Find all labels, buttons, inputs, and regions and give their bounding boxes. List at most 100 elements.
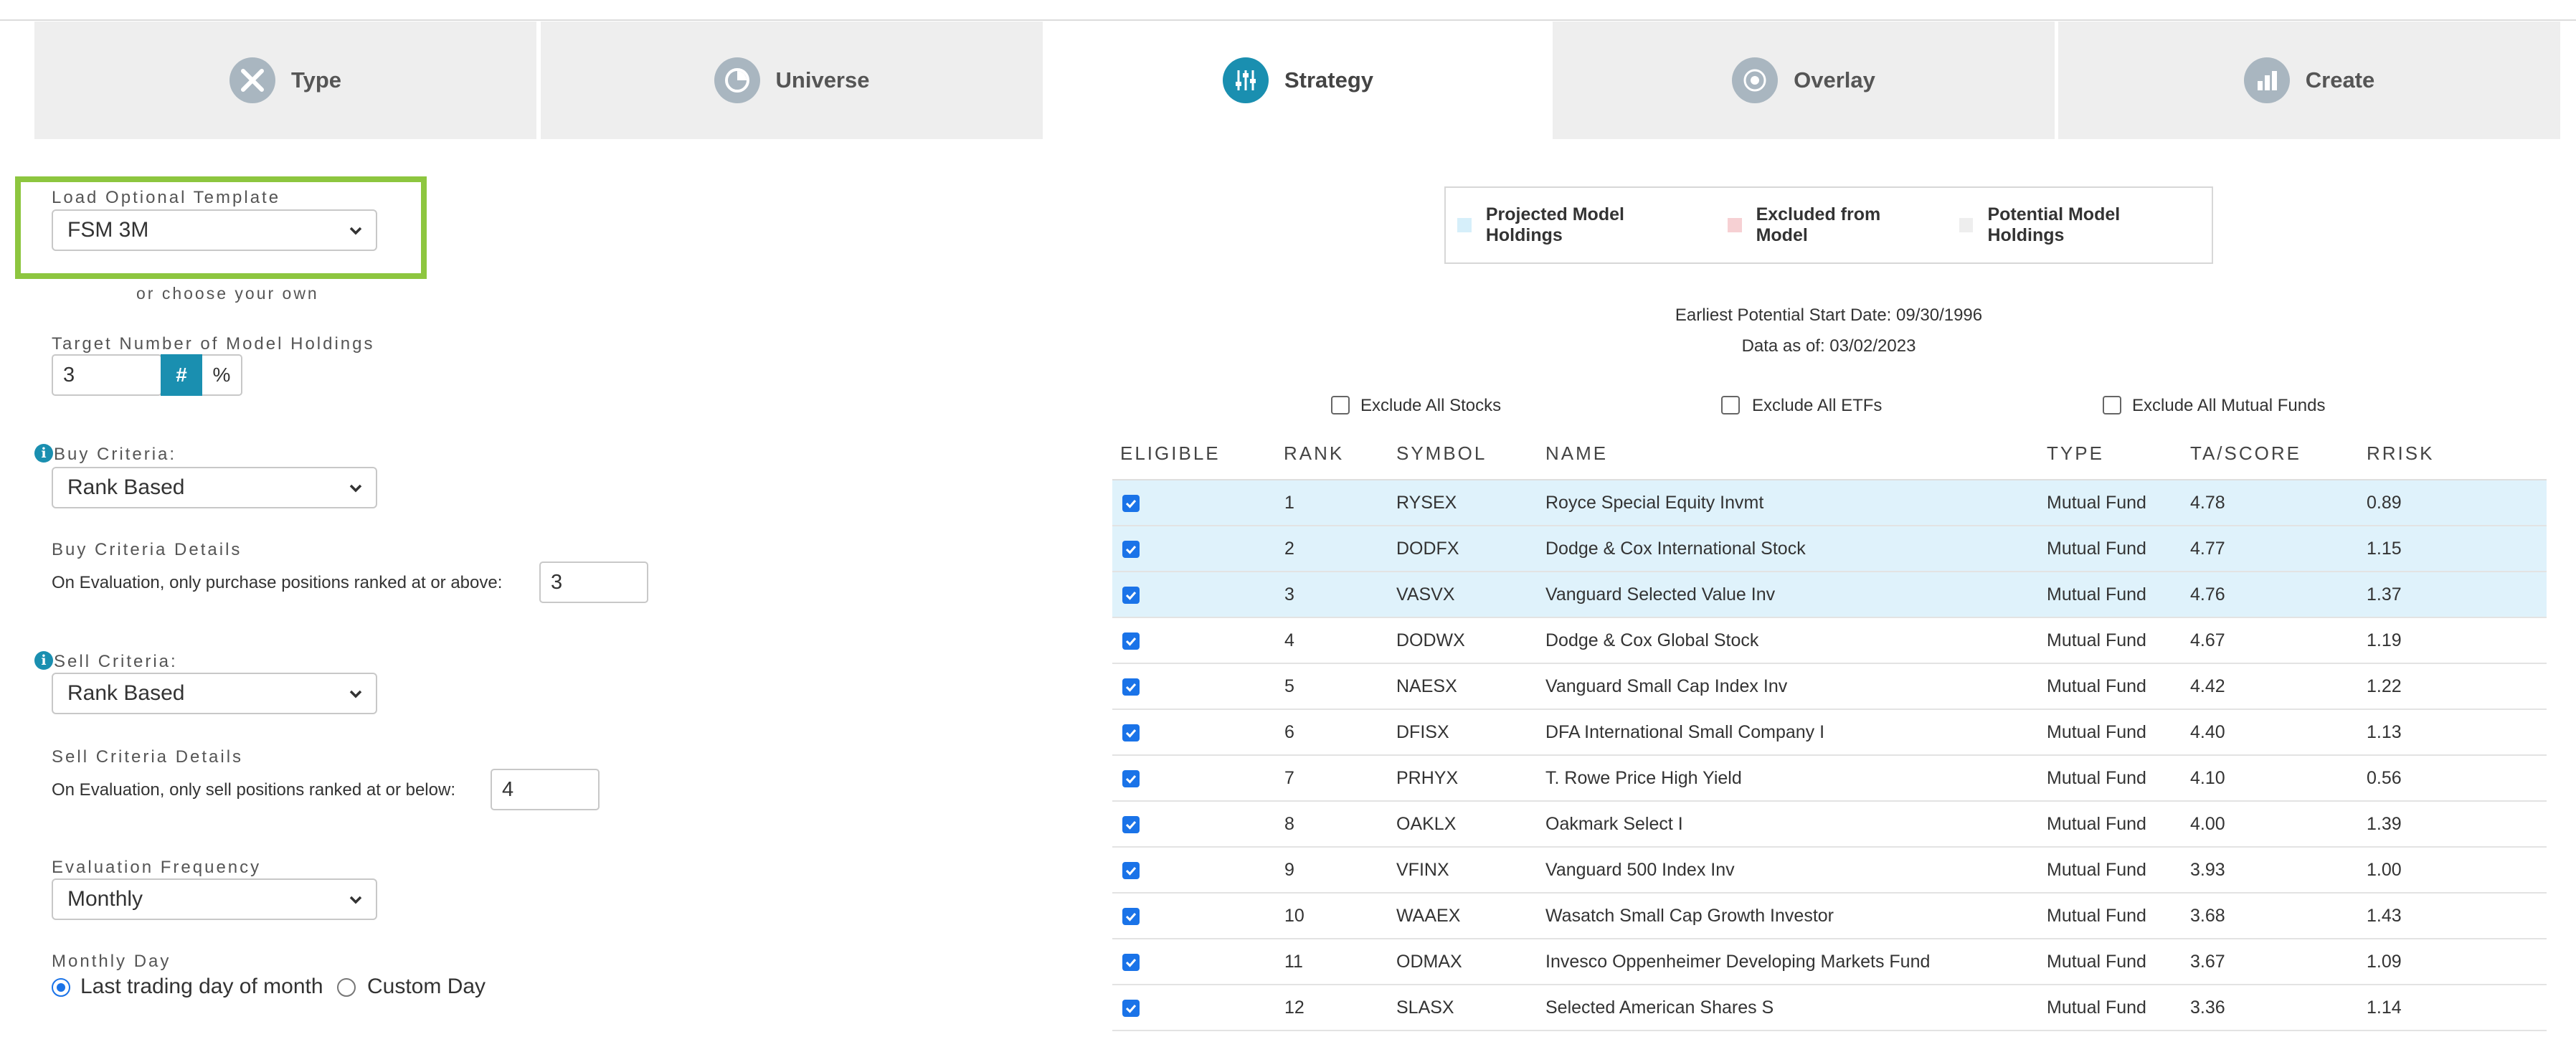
eligible-checkbox[interactable]	[1122, 678, 1140, 696]
potential-swatch	[1959, 218, 1974, 232]
cell-type: Mutual Fund	[2047, 676, 2146, 696]
cell-score: 4.67	[2190, 630, 2225, 650]
cell-rrisk: 0.56	[2367, 767, 2402, 788]
unit-count-button[interactable]: #	[161, 354, 202, 396]
legend-potential-label: Potential Model Holdings	[1987, 204, 2121, 245]
sell-criteria-label: Sell Criteria:	[54, 652, 178, 671]
eligible-checkbox[interactable]	[1122, 816, 1140, 833]
tab-overlay[interactable]: Overlay	[1553, 22, 2055, 139]
eligible-checkbox[interactable]	[1122, 632, 1140, 650]
cell-type: Mutual Fund	[2047, 538, 2146, 559]
top-divider	[0, 19, 2576, 21]
cell-score: 3.93	[2190, 859, 2225, 880]
eligible-checkbox[interactable]	[1122, 1000, 1140, 1017]
cell-name: DFA International Small Company I	[1545, 721, 1825, 742]
exclude-stocks-checkbox[interactable]	[1331, 396, 1350, 414]
tab-strategy[interactable]: Strategy	[1047, 22, 1549, 139]
table-row[interactable]: 7 PRHYX T. Rowe Price High Yield Mutual Fun…	[1112, 756, 2547, 802]
template-label: Load Optional Template	[52, 188, 281, 207]
cell-name: Dodge & Cox Global Stock	[1545, 630, 1759, 650]
eligible-checkbox[interactable]	[1122, 862, 1140, 879]
exclude-funds-checkbox[interactable]	[2103, 396, 2121, 414]
tab-universe-label: Universe	[775, 67, 870, 93]
header-eligible[interactable]: ELIGIBLE	[1120, 442, 1221, 465]
projected-swatch	[1457, 218, 1472, 232]
table-row[interactable]: 4 DODWX Dodge & Cox Global Stock Mutual Fun…	[1112, 618, 2547, 664]
legend-potential: Potential Model Holdings	[1959, 204, 2200, 246]
cell-score: 4.78	[2190, 492, 2225, 513]
eligible-checkbox[interactable]	[1122, 908, 1140, 925]
cell-type: Mutual Fund	[2047, 997, 2146, 1018]
cell-rrisk: 1.14	[2367, 997, 2402, 1018]
last-trading-day-radio[interactable]	[52, 978, 70, 997]
table-row[interactable]: 9 VFINX Vanguard 500 Index Inv Mutual Fund 3…	[1112, 848, 2547, 894]
tab-create-label: Create	[2305, 67, 2375, 93]
buy-details-label: Buy Criteria Details	[52, 540, 242, 559]
checkmark-icon	[1125, 1005, 1137, 1013]
table-row[interactable]: 8 OAKLX Oakmark Select I Mutual Fund 4.00 1.3…	[1112, 802, 2547, 848]
eligible-checkbox[interactable]	[1122, 587, 1140, 604]
cell-symbol: WAAEX	[1396, 905, 1461, 926]
checkmark-icon	[1125, 683, 1137, 692]
bar-chart-icon	[2243, 57, 2290, 103]
sell-info-icon[interactable]: i	[34, 651, 53, 670]
eligible-checkbox[interactable]	[1122, 541, 1140, 558]
template-select[interactable]: FSM 3M	[52, 209, 377, 251]
cell-symbol: VASVX	[1396, 584, 1455, 605]
custom-day-label: Custom Day	[367, 975, 486, 998]
chevron-down-icon	[349, 690, 362, 698]
exclude-etfs-checkbox[interactable]	[1721, 396, 1740, 414]
target-holdings-input[interactable]: 3	[52, 354, 162, 396]
sell-criteria-select[interactable]: Rank Based	[52, 673, 377, 714]
buy-criteria-select[interactable]: Rank Based	[52, 467, 377, 508]
cell-type: Mutual Fund	[2047, 630, 2146, 650]
buy-details-text: On Evaluation, only purchase positions r…	[52, 573, 503, 592]
exclude-stocks-label: Exclude All Stocks	[1360, 396, 1502, 415]
cell-type: Mutual Fund	[2047, 721, 2146, 742]
custom-day-radio[interactable]	[337, 978, 356, 997]
header-score[interactable]: TA/SCORE	[2190, 442, 2301, 465]
cell-symbol: SLASX	[1396, 997, 1454, 1018]
header-rrisk[interactable]: RRISK	[2367, 442, 2434, 465]
table-row[interactable]: 11 ODMAX Invesco Oppenheimer Developing Ma…	[1112, 939, 2547, 985]
sell-rank-input[interactable]: 4	[491, 769, 600, 810]
checkmark-icon	[1125, 775, 1137, 784]
table-row[interactable]: 2 DODFX Dodge & Cox International Stock Mut…	[1112, 526, 2547, 572]
eligible-checkbox[interactable]	[1122, 770, 1140, 787]
cell-score: 3.67	[2190, 951, 2225, 972]
table-row[interactable]: 3 VASVX Vanguard Selected Value Inv Mutual …	[1112, 572, 2547, 618]
sliders-icon	[1222, 57, 1269, 103]
eligible-checkbox[interactable]	[1122, 495, 1140, 512]
table-row[interactable]: 10 WAAEX Wasatch Small Cap Growth Investor…	[1112, 894, 2547, 939]
eligible-checkbox[interactable]	[1122, 954, 1140, 971]
table-row[interactable]: 5 NAESX Vanguard Small Cap Index Inv Mutual…	[1112, 664, 2547, 710]
cell-rrisk: 1.00	[2367, 859, 2402, 880]
tab-type[interactable]: Type	[34, 22, 536, 139]
header-rank[interactable]: RANK	[1284, 442, 1344, 465]
header-symbol[interactable]: SYMBOL	[1396, 442, 1487, 465]
header-name[interactable]: NAME	[1545, 442, 1608, 465]
cell-rank: 2	[1284, 538, 1294, 559]
cell-symbol: VFINX	[1396, 859, 1449, 880]
cell-rrisk: 1.19	[2367, 630, 2402, 650]
cell-rrisk: 1.39	[2367, 813, 2402, 834]
buy-rank-input[interactable]: 3	[539, 561, 648, 603]
table-row[interactable]: 1 RYSEX Royce Special Equity Invmt Mutual F…	[1112, 480, 2547, 526]
eligible-checkbox[interactable]	[1122, 724, 1140, 741]
table-row[interactable]: 6 DFISX DFA International Small Company I M…	[1112, 710, 2547, 756]
tab-create[interactable]: Create	[2058, 22, 2560, 139]
cell-score: 3.36	[2190, 997, 2225, 1018]
cell-rank: 6	[1284, 721, 1294, 742]
frequency-select[interactable]: Monthly	[52, 878, 377, 920]
cell-type: Mutual Fund	[2047, 813, 2146, 834]
table-row[interactable]: 12 SLASX Selected American Shares S Mutual …	[1112, 985, 2547, 1031]
buy-criteria-label: Buy Criteria:	[54, 445, 177, 464]
unit-percent-button[interactable]: %	[202, 354, 242, 396]
cell-name: T. Rowe Price High Yield	[1545, 767, 1742, 788]
tab-universe[interactable]: Universe	[541, 22, 1043, 139]
header-type[interactable]: TYPE	[2047, 442, 2104, 465]
cell-symbol: DFISX	[1396, 721, 1449, 742]
cell-name: Dodge & Cox International Stock	[1545, 538, 1806, 559]
checkmark-icon	[1125, 592, 1137, 600]
buy-info-icon[interactable]: i	[34, 444, 53, 463]
